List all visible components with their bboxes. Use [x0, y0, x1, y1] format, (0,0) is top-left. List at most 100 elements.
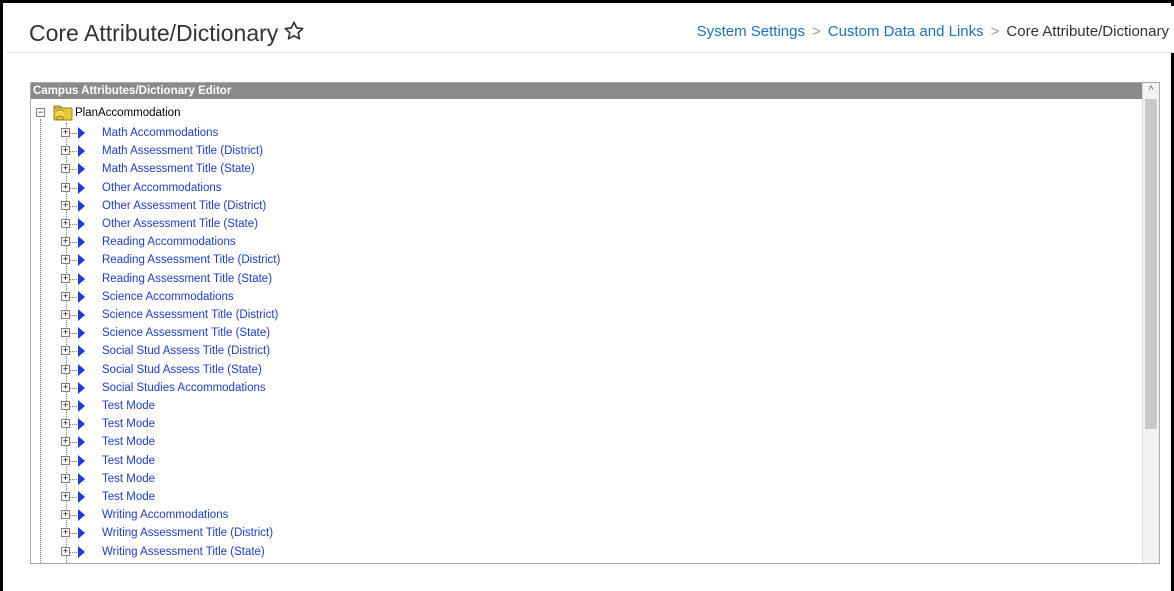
breadcrumb-separator: >: [990, 23, 1000, 40]
tree-item[interactable]: + Reading Accommodations: [31, 233, 731, 251]
page-header: Core Attribute/Dictionary System Setting…: [6, 6, 1174, 53]
expand-toggle-icon[interactable]: +: [61, 164, 70, 174]
expand-toggle-icon[interactable]: +: [61, 328, 70, 338]
expand-toggle-icon[interactable]: +: [61, 346, 70, 356]
collapse-toggle-icon[interactable]: −: [36, 108, 45, 117]
attribute-arrow-icon: [78, 127, 85, 139]
tree-item[interactable]: + Reading Assessment Title (District): [31, 251, 731, 269]
attribute-arrow-icon: [78, 436, 85, 449]
attribute-arrow-icon: [78, 491, 85, 503]
tree-item[interactable]: + Writing Assessment Title (State): [31, 543, 731, 561]
tree-item-label[interactable]: Other Assessment Title (District): [102, 198, 266, 214]
attribute-arrow-icon: [78, 254, 85, 267]
expand-toggle-icon[interactable]: +: [61, 382, 70, 392]
tree-item-label[interactable]: Other Accommodations: [102, 180, 222, 196]
expand-toggle-icon[interactable]: +: [61, 291, 70, 301]
expand-toggle-icon[interactable]: +: [61, 146, 70, 156]
tree-item[interactable]: + Math Accommodations: [31, 124, 731, 142]
expand-toggle-icon[interactable]: +: [61, 455, 70, 465]
expand-toggle-icon[interactable]: +: [61, 419, 70, 429]
tree-item[interactable]: + Other Assessment Title (State): [31, 215, 731, 233]
star-icon[interactable]: [283, 20, 305, 42]
tree-item-label[interactable]: Social Stud Assess Title (State): [102, 362, 262, 378]
breadcrumb-separator: >: [811, 23, 821, 40]
tree-item-label[interactable]: Reading Accommodations: [102, 234, 236, 250]
tree-root-label: PlanAccommodation: [75, 107, 181, 119]
tree-item[interactable]: + Test Mode: [31, 488, 731, 506]
expand-toggle-icon[interactable]: +: [61, 255, 70, 265]
attribute-arrow-icon: [78, 472, 85, 485]
tree-item-label[interactable]: Science Assessment Title (State): [102, 325, 270, 341]
tree-item-label[interactable]: Test Mode: [102, 471, 155, 487]
expand-toggle-icon[interactable]: +: [61, 310, 70, 319]
tree-item-label[interactable]: Writing Assessment Title (District): [102, 525, 273, 541]
tree-item[interactable]: + Social Stud Assess Title (District): [31, 342, 731, 360]
tree-item[interactable]: + Test Mode: [31, 452, 731, 470]
expand-toggle-icon[interactable]: +: [61, 437, 70, 447]
scroll-up-arrow-icon[interactable]: ^: [1143, 83, 1159, 99]
tree-item[interactable]: + Reading Assessment Title (State): [31, 270, 731, 288]
expand-toggle-icon[interactable]: +: [61, 200, 70, 210]
attribute-arrow-icon: [78, 527, 85, 540]
tree-item-label[interactable]: Test Mode: [102, 398, 155, 414]
attribute-arrow-icon: [78, 290, 85, 303]
tree-item[interactable]: + Writing Assessment Title (District): [31, 524, 731, 542]
dictionary-editor: Campus Attributes/Dictionary Editor ^ − …: [30, 82, 1160, 564]
vertical-scrollbar[interactable]: ^: [1142, 83, 1159, 563]
attribute-arrow-icon: [78, 145, 85, 158]
expand-toggle-icon[interactable]: +: [61, 510, 70, 520]
expand-toggle-icon[interactable]: +: [61, 182, 70, 192]
breadcrumb-custom-data-and-links[interactable]: Custom Data and Links: [828, 23, 984, 40]
tree-item-label[interactable]: Other Assessment Title (State): [102, 216, 258, 232]
scroll-thumb[interactable]: [1145, 99, 1157, 429]
tree-item-label[interactable]: Science Accommodations: [102, 289, 234, 305]
tree-item[interactable]: + Test Mode: [31, 415, 731, 433]
tree-item-label[interactable]: Math Assessment Title (State): [102, 161, 255, 177]
attribute-arrow-icon: [78, 400, 85, 412]
attribute-arrow-icon: [78, 181, 85, 194]
attribute-tree: − PlanAccommodation + Math Accommodations…: [31, 99, 1143, 563]
tree-item-label[interactable]: Test Mode: [102, 453, 155, 469]
tree-item-label[interactable]: Reading Assessment Title (State): [102, 271, 272, 287]
tree-item-label[interactable]: Test Mode: [102, 416, 155, 432]
tree-item[interactable]: + Science Assessment Title (District): [31, 306, 731, 324]
tree-item-label[interactable]: Test Mode: [102, 434, 155, 450]
tree-item-label[interactable]: Test Mode: [102, 489, 155, 505]
attribute-arrow-icon: [78, 454, 85, 467]
tree-item[interactable]: + Math Assessment Title (District): [31, 142, 731, 160]
tree-item[interactable]: + Other Assessment Title (District): [31, 197, 731, 215]
tree-item[interactable]: + Science Accommodations: [31, 288, 731, 306]
tree-item[interactable]: + Social Studies Accommodations: [31, 379, 731, 397]
tree-item[interactable]: + Test Mode: [31, 397, 731, 415]
tree-item-label[interactable]: Science Assessment Title (District): [102, 307, 278, 323]
tree-item[interactable]: + Test Mode: [31, 433, 731, 451]
expand-toggle-icon[interactable]: +: [61, 273, 70, 283]
tree-item-label[interactable]: Math Assessment Title (District): [102, 143, 263, 159]
tree-item-label[interactable]: Writing Assessment Title (State): [102, 544, 265, 560]
attribute-arrow-icon: [78, 545, 85, 558]
tree-item-label[interactable]: Reading Assessment Title (District): [102, 252, 280, 268]
tree-item[interactable]: + Test Mode: [31, 470, 731, 488]
expand-toggle-icon[interactable]: +: [61, 528, 70, 538]
tree-item[interactable]: + Math Assessment Title (State): [31, 160, 731, 178]
tree-item[interactable]: + Writing Accommodations: [31, 506, 731, 524]
tree-item[interactable]: + Science Assessment Title (State): [31, 324, 731, 342]
tree-item-label[interactable]: Social Studies Accommodations: [102, 380, 266, 396]
tree-item-label[interactable]: Math Accommodations: [102, 125, 218, 141]
expand-toggle-icon[interactable]: +: [61, 473, 70, 483]
tree-item-label[interactable]: Writing Accommodations: [102, 507, 228, 523]
breadcrumb-system-settings[interactable]: System Settings: [697, 23, 805, 40]
tree-item-label[interactable]: Social Stud Assess Title (District): [102, 343, 270, 359]
tree-item[interactable]: + Social Stud Assess Title (State): [31, 361, 731, 379]
expand-toggle-icon[interactable]: +: [61, 492, 70, 501]
expand-toggle-icon[interactable]: +: [61, 401, 70, 410]
tree-item[interactable]: + Other Accommodations: [31, 179, 731, 197]
breadcrumb-current: Core Attribute/Dictionary: [1006, 23, 1169, 40]
page-title: Core Attribute/Dictionary: [29, 20, 279, 46]
expand-toggle-icon[interactable]: +: [61, 237, 70, 247]
expand-toggle-icon[interactable]: +: [61, 128, 70, 137]
attribute-arrow-icon: [78, 236, 85, 249]
expand-toggle-icon[interactable]: +: [61, 364, 70, 374]
expand-toggle-icon[interactable]: +: [61, 219, 70, 228]
expand-toggle-icon[interactable]: +: [61, 546, 70, 556]
